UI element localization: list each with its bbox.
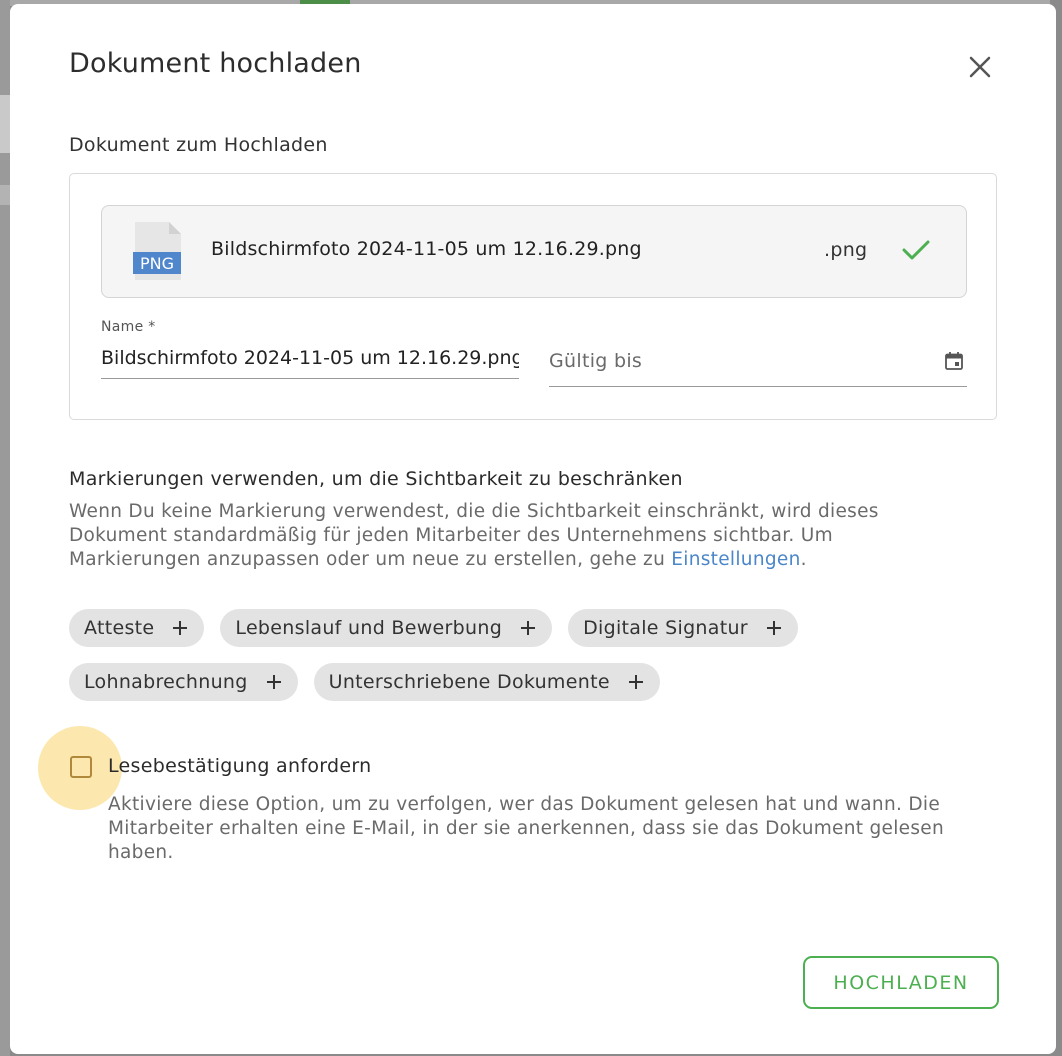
read-confirmation-description: Aktiviere diese Option, um zu verfolgen,… — [108, 794, 944, 863]
tag-label: Lohnabrechnung — [84, 671, 248, 693]
tag-label: Atteste — [84, 617, 155, 639]
tags-description-end: . — [800, 549, 807, 570]
plus-icon — [628, 675, 643, 689]
png-file-icon: PNG — [133, 221, 183, 281]
name-input[interactable]: Bildschirmfoto 2024-11-05 um 12.16.29.pn… — [101, 343, 519, 379]
upload-box: PNG Bildschirmfoto 2024-11-05 um 12.16.2… — [69, 173, 997, 420]
tag-row: Atteste Lebenslauf und Bewerbung Digital… — [69, 609, 999, 647]
dialog-title: Dokument hochladen — [69, 48, 362, 79]
upload-section-label: Dokument zum Hochladen — [69, 134, 328, 156]
png-file-icon-label: PNG — [140, 254, 174, 273]
calendar-icon[interactable] — [944, 351, 964, 371]
tag-label: Lebenslauf und Bewerbung — [235, 617, 503, 639]
tag-chip[interactable]: Lebenslauf und Bewerbung — [220, 609, 553, 647]
tag-label: Digitale Signatur — [583, 617, 748, 639]
valid-until-field[interactable]: Gültig bis — [549, 349, 967, 387]
file-extension: .png — [824, 239, 868, 261]
close-icon[interactable] — [965, 52, 995, 82]
tags-description: Wenn Du keine Markierung verwendest, die… — [69, 500, 969, 572]
tag-chip[interactable]: Lohnabrechnung — [69, 663, 298, 701]
upload-button[interactable]: HOCHLADEN — [803, 956, 999, 1009]
name-field-label: Name * — [101, 319, 156, 335]
checkmark-icon — [900, 236, 932, 264]
tag-chip[interactable]: Atteste — [69, 609, 205, 647]
plus-icon — [173, 621, 188, 635]
read-confirmation-checkbox[interactable] — [70, 756, 92, 778]
tag-row: Lohnabrechnung Unterschriebene Dokumente — [69, 663, 999, 701]
backdrop-strip — [0, 95, 10, 153]
read-confirmation-label[interactable]: Lesebestätigung anfordern — [108, 755, 372, 777]
tag-chip[interactable]: Digitale Signatur — [568, 609, 798, 647]
backdrop — [0, 0, 10, 1056]
tag-list: Atteste Lebenslauf und Bewerbung Digital… — [69, 609, 999, 717]
tag-label: Unterschriebene Dokumente — [328, 671, 610, 693]
plus-icon — [266, 675, 281, 689]
file-card: PNG Bildschirmfoto 2024-11-05 um 12.16.2… — [101, 205, 967, 298]
upload-dialog: Dokument hochladen Dokument zum Hochlade… — [10, 4, 1056, 1054]
plus-icon — [766, 621, 781, 635]
tags-heading: Markierungen verwenden, um die Sichtbark… — [69, 468, 683, 490]
backdrop-strip — [0, 185, 10, 205]
valid-until-placeholder: Gültig bis — [549, 350, 643, 372]
plus-icon — [521, 621, 536, 635]
name-field: Name * Bildschirmfoto 2024-11-05 um 12.1… — [101, 319, 519, 379]
settings-link[interactable]: Einstellungen — [671, 549, 800, 570]
tag-chip[interactable]: Unterschriebene Dokumente — [313, 663, 660, 701]
file-name: Bildschirmfoto 2024-11-05 um 12.16.29.pn… — [211, 238, 642, 260]
